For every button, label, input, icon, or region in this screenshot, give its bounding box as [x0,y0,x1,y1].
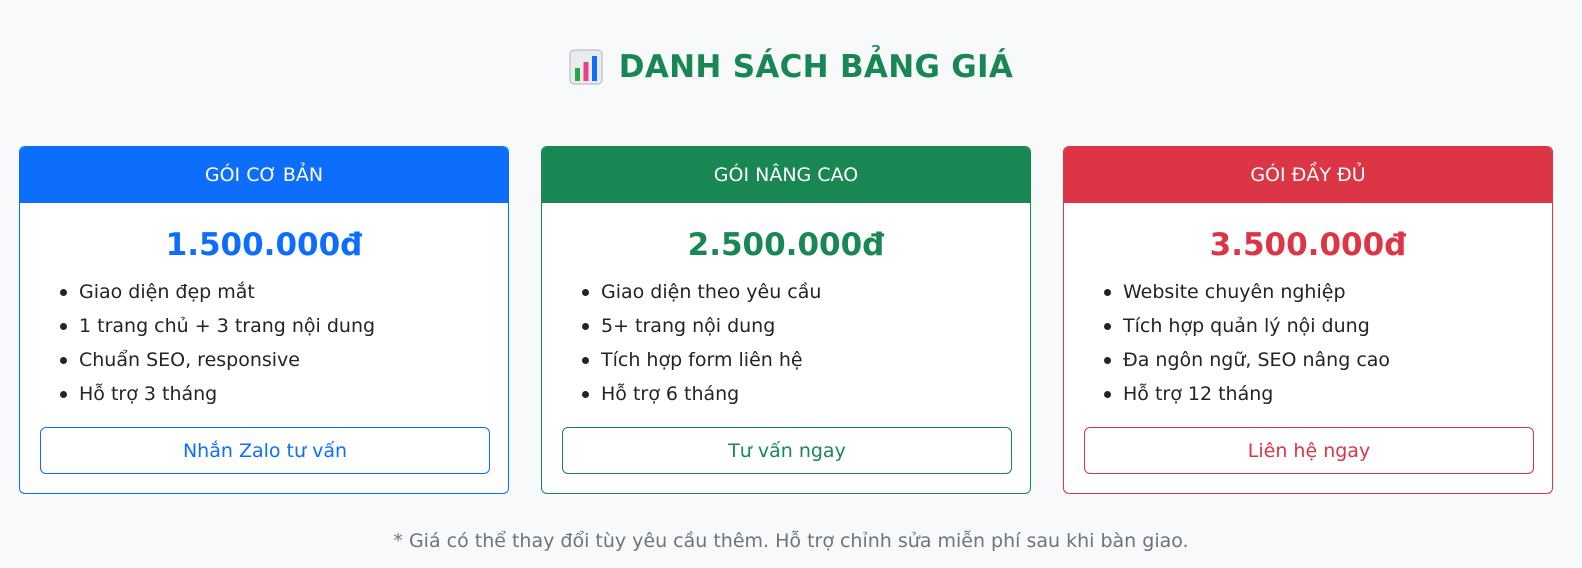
bar-chart-icon [569,49,603,85]
plan-name: GÓI NÂNG CAO [713,163,859,186]
feature-list: Giao diện đẹp mắt 1 trang chủ + 3 trang … [20,275,508,411]
page-header: DANH SÁCH BẢNG GIÁ [0,42,1582,92]
plan-price: 3.500.000đ [1209,227,1407,263]
plan-name: GÓI CƠ BẢN [204,163,324,186]
feature-item: Giao diện theo yêu cầu [582,275,1030,309]
plan-price: 1.500.000đ [165,227,363,263]
feature-item: Đa ngôn ngữ, SEO nâng cao [1104,343,1552,377]
card-header: GÓI NÂNG CAO [542,147,1030,203]
feature-item: Tích hợp form liên hệ [582,343,1030,377]
feature-item: 5+ trang nội dung [582,309,1030,343]
plan-name: GÓI ĐẦY ĐỦ [1250,163,1366,186]
feature-item: 1 trang chủ + 3 trang nội dung [60,309,508,343]
pricing-card-basic: GÓI CƠ BẢN 1.500.000đ Giao diện đẹp mắt … [19,146,509,494]
feature-item: Website chuyên nghiệp [1104,275,1552,309]
feature-item: Hỗ trợ 12 tháng [1104,377,1552,411]
feature-item: Chuẩn SEO, responsive [60,343,508,377]
feature-item: Hỗ trợ 3 tháng [60,377,508,411]
feature-list: Giao diện theo yêu cầu 5+ trang nội dung… [542,275,1030,411]
footnote: * Giá có thể thay đổi tùy yêu cầu thêm. … [393,530,1189,552]
card-header: GÓI ĐẦY ĐỦ [1064,147,1552,203]
page-title: DANH SÁCH BẢNG GIÁ [618,49,1014,85]
feature-item: Tích hợp quản lý nội dung [1104,309,1552,343]
pricing-card-advanced: GÓI NÂNG CAO 2.500.000đ Giao diện theo y… [541,146,1031,494]
consult-now-button[interactable]: Tư vấn ngay [562,427,1012,474]
plan-price: 2.500.000đ [687,227,885,263]
contact-now-button[interactable]: Liên hệ ngay [1084,427,1534,474]
pricing-card-full: GÓI ĐẦY ĐỦ 3.500.000đ Website chuyên ngh… [1063,146,1553,494]
zalo-consult-button[interactable]: Nhắn Zalo tư vấn [40,427,490,474]
card-header: GÓI CƠ BẢN [20,147,508,203]
feature-item: Giao diện đẹp mắt [60,275,508,309]
feature-item: Hỗ trợ 6 tháng [582,377,1030,411]
feature-list: Website chuyên nghiệp Tích hợp quản lý n… [1064,275,1552,411]
